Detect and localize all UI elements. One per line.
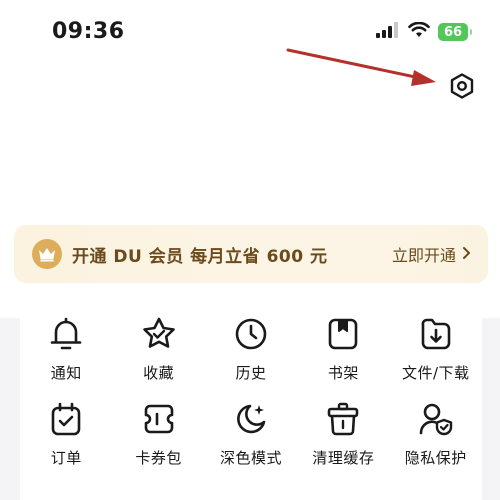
status-time: 09:36 bbox=[52, 19, 125, 44]
cellular-signal-icon bbox=[376, 22, 400, 42]
menu-item-label: 深色模式 bbox=[219, 449, 282, 467]
menu-item-bookshelf[interactable]: 书架 bbox=[297, 314, 389, 383]
trash-icon bbox=[323, 399, 363, 439]
menu-item-label: 书架 bbox=[327, 364, 359, 382]
menu-item-dark-mode[interactable]: 深色模式 bbox=[205, 399, 297, 468]
shortcut-card: 通知 收藏 历史 书架 文件/下载 订单 卡券包 深色模式 清理缓存 隐私保护 bbox=[20, 296, 482, 500]
download-icon bbox=[416, 314, 456, 354]
settings-button[interactable] bbox=[446, 72, 478, 104]
privacy-icon bbox=[416, 399, 456, 439]
profile-screen: 09:36 66 开通 DU 会员 每月立省 600 元 立即开通 通知 收藏 … bbox=[0, 0, 500, 500]
bell-icon bbox=[46, 314, 86, 354]
vip-banner[interactable]: 开通 DU 会员 每月立省 600 元 立即开通 bbox=[14, 225, 488, 283]
vip-activate-label: 立即开通 bbox=[391, 246, 456, 265]
status-icons: 66 bbox=[376, 21, 472, 42]
battery-level: 66 bbox=[443, 24, 463, 40]
chevron-right-icon bbox=[462, 245, 472, 264]
status-bar: 09:36 66 bbox=[0, 0, 500, 60]
vip-promo-text: 开通 DU 会员 每月立省 600 元 bbox=[72, 246, 328, 267]
vip-activate-link[interactable]: 立即开通 bbox=[392, 242, 472, 266]
battery-indicator: 66 bbox=[438, 23, 472, 41]
shortcut-grid: 通知 收藏 历史 书架 文件/下载 订单 卡券包 深色模式 清理缓存 隐私保护 bbox=[20, 314, 482, 468]
clock-icon bbox=[231, 314, 271, 354]
menu-item-label: 隐私保护 bbox=[404, 449, 467, 467]
menu-item-label: 文件/下载 bbox=[401, 364, 470, 382]
menu-item-label: 卡券包 bbox=[135, 449, 182, 467]
hexagon-gear-icon bbox=[448, 72, 476, 104]
menu-item-downloads[interactable]: 文件/下载 bbox=[390, 314, 482, 383]
menu-item-privacy[interactable]: 隐私保护 bbox=[390, 399, 482, 468]
order-icon bbox=[46, 399, 86, 439]
menu-item-label: 历史 bbox=[235, 364, 267, 382]
menu-item-label: 收藏 bbox=[143, 364, 175, 382]
menu-item-clear-cache[interactable]: 清理缓存 bbox=[297, 399, 389, 468]
bookmark-icon bbox=[323, 314, 363, 354]
ticket-icon bbox=[139, 399, 179, 439]
menu-item-label: 通知 bbox=[50, 364, 82, 382]
battery-tip bbox=[470, 29, 472, 35]
star-icon bbox=[139, 314, 179, 354]
menu-item-favorites[interactable]: 收藏 bbox=[112, 314, 204, 383]
menu-item-label: 清理缓存 bbox=[312, 449, 375, 467]
menu-item-notifications[interactable]: 通知 bbox=[20, 314, 112, 383]
menu-item-coupons[interactable]: 卡券包 bbox=[112, 399, 204, 468]
menu-item-label: 订单 bbox=[50, 449, 82, 467]
menu-item-history[interactable]: 历史 bbox=[205, 314, 297, 383]
moon-icon bbox=[231, 399, 271, 439]
crown-icon bbox=[32, 239, 62, 269]
wifi-icon bbox=[408, 21, 430, 42]
menu-item-orders[interactable]: 订单 bbox=[20, 399, 112, 468]
